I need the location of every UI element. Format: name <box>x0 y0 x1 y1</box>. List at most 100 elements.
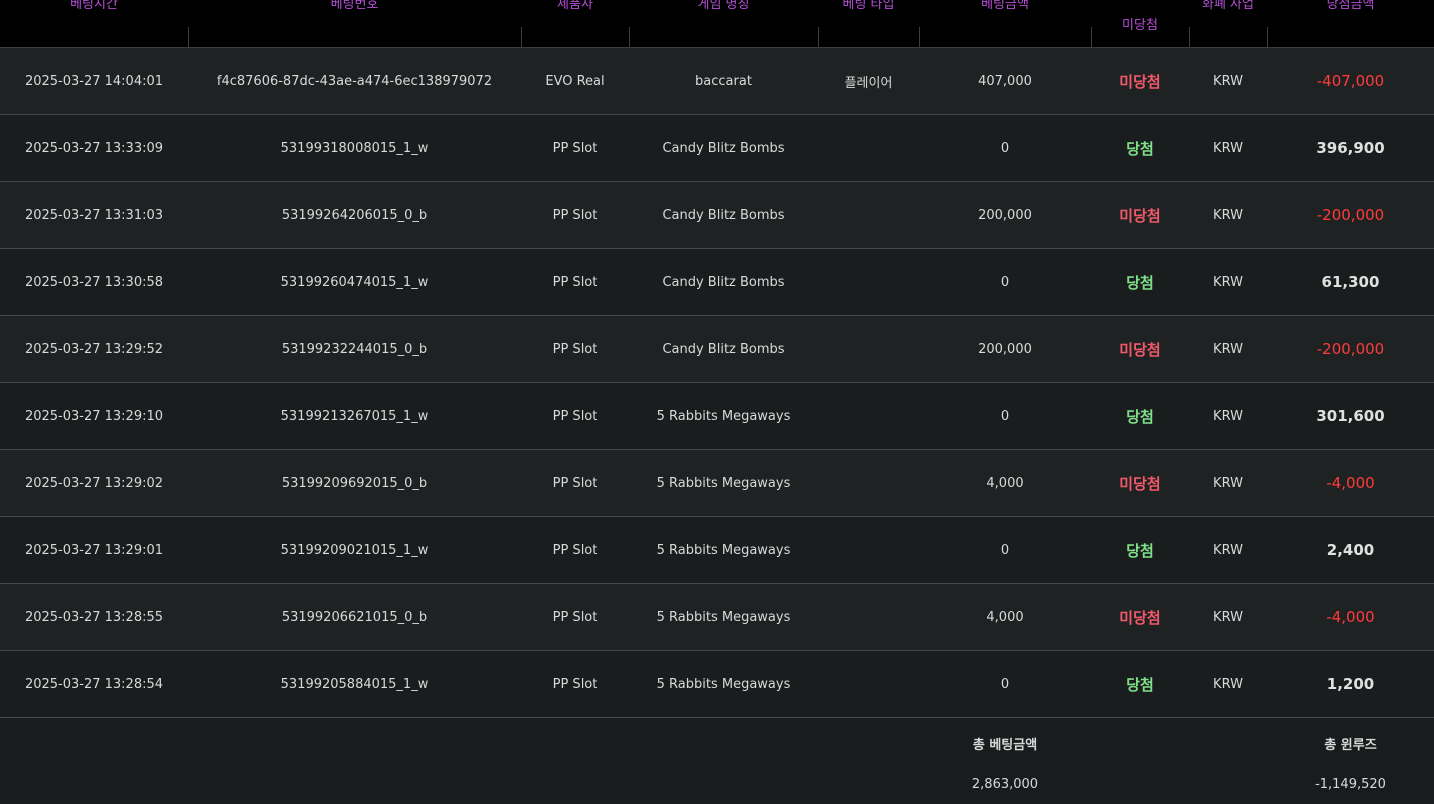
table-row[interactable]: 2025-03-27 13:29:52 53199232244015_0_b PP … <box>0 315 1434 383</box>
cell-bet-time: 2025-03-27 13:29:10 <box>0 382 188 450</box>
cell-currency: KRW <box>1189 315 1267 383</box>
cell-game-name: baccarat <box>629 47 818 115</box>
cell-win-amount: 2,400 <box>1267 516 1434 584</box>
cell-win-amount: -407,000 <box>1267 47 1434 115</box>
total-bet-block: 총 베팅금액 2,863,000 <box>919 736 1091 795</box>
col-header-provider[interactable]: 제품사 <box>521 0 629 48</box>
cell-game-name: 5 Rabbits Megaways <box>629 382 818 450</box>
cell-bet-type: 플레이어 <box>818 47 919 115</box>
cell-bet-id: 53199260474015_1_w <box>188 248 521 316</box>
cell-game-name: 5 Rabbits Megaways <box>629 516 818 584</box>
cell-provider: PP Slot <box>521 583 629 651</box>
cell-currency: KRW <box>1189 47 1267 115</box>
total-winloss-label: 총 윈루즈 <box>1324 738 1377 753</box>
cell-result: 당첨 <box>1091 382 1189 450</box>
col-header-label: 당첨금액 <box>1326 0 1375 12</box>
cell-result: 미당첨 <box>1091 315 1189 383</box>
cell-provider: PP Slot <box>521 516 629 584</box>
cell-bet-type <box>818 248 919 316</box>
cell-provider: PP Slot <box>521 650 629 718</box>
table-row[interactable]: 2025-03-27 13:29:10 53199213267015_1_w PP … <box>0 382 1434 450</box>
cell-bet-type <box>818 114 919 182</box>
totals-summary: 총 베팅금액 2,863,000 총 윈루즈 -1,149,520 <box>0 718 1434 804</box>
cell-bet-amount: 200,000 <box>919 181 1091 249</box>
cell-win-amount: 1,200 <box>1267 650 1434 718</box>
col-header-label: 제품사 <box>557 0 593 12</box>
cell-currency: KRW <box>1189 650 1267 718</box>
cell-bet-id: 53199209021015_1_w <box>188 516 521 584</box>
cell-bet-amount: 0 <box>919 248 1091 316</box>
col-header-result[interactable]: 미당첨 <box>1091 0 1189 48</box>
cell-bet-id: 53199232244015_0_b <box>188 315 521 383</box>
cell-result: 미당첨 <box>1091 583 1189 651</box>
table-row[interactable]: 2025-03-27 13:33:09 53199318008015_1_w PP … <box>0 114 1434 182</box>
cell-currency: KRW <box>1189 181 1267 249</box>
cell-bet-id: 53199213267015_1_w <box>188 382 521 450</box>
cell-provider: PP Slot <box>521 181 629 249</box>
col-header-label: 화폐 사업 <box>1202 0 1254 12</box>
cell-result: 당첨 <box>1091 114 1189 182</box>
col-header-label: 베팅 타입 <box>842 0 895 12</box>
cell-provider: PP Slot <box>521 248 629 316</box>
cell-bet-amount: 0 <box>919 114 1091 182</box>
cell-bet-amount: 4,000 <box>919 583 1091 651</box>
cell-bet-time: 2025-03-27 13:29:52 <box>0 315 188 383</box>
cell-result: 당첨 <box>1091 248 1189 316</box>
col-header-label: 베팅금액 <box>981 0 1029 12</box>
cell-bet-time: 2025-03-27 13:29:02 <box>0 449 188 517</box>
col-header-bet-type[interactable]: 베팅 타입 <box>818 0 919 48</box>
table-row[interactable]: 2025-03-27 13:28:55 53199206621015_0_b PP … <box>0 583 1434 651</box>
cell-game-name: 5 Rabbits Megaways <box>629 650 818 718</box>
col-header-win-amount[interactable]: 당첨금액 <box>1267 0 1434 48</box>
cell-game-name: Candy Blitz Bombs <box>629 315 818 383</box>
cell-win-amount: 61,300 <box>1267 248 1434 316</box>
cell-bet-type <box>818 516 919 584</box>
total-bet-value: 2,863,000 <box>971 777 1039 792</box>
cell-bet-amount: 407,000 <box>919 47 1091 115</box>
cell-win-amount: -200,000 <box>1267 181 1434 249</box>
cell-bet-time: 2025-03-27 14:04:01 <box>0 47 188 115</box>
table-row[interactable]: 2025-03-27 13:31:03 53199264206015_0_b PP … <box>0 181 1434 249</box>
cell-bet-amount: 0 <box>919 516 1091 584</box>
table-row[interactable]: 2025-03-27 13:29:02 53199209692015_0_b PP … <box>0 449 1434 517</box>
cell-bet-id: 53199205884015_1_w <box>188 650 521 718</box>
cell-currency: KRW <box>1189 516 1267 584</box>
table-row[interactable]: 2025-03-27 13:29:01 53199209021015_1_w PP … <box>0 516 1434 584</box>
total-winloss-block: 총 윈루즈 -1,149,520 <box>1267 736 1434 795</box>
cell-bet-time: 2025-03-27 13:33:09 <box>0 114 188 182</box>
cell-win-amount: 301,600 <box>1267 382 1434 450</box>
cell-result: 당첨 <box>1091 650 1189 718</box>
cell-bet-amount: 4,000 <box>919 449 1091 517</box>
cell-bet-id: 53199264206015_0_b <box>188 181 521 249</box>
cell-provider: PP Slot <box>521 315 629 383</box>
total-bet-label: 총 베팅금액 <box>972 738 1038 753</box>
bet-history-page: 베팅시간 베팅번호 제품사 게임 명칭 베팅 타입 베팅금액 미당첨 화폐 사업… <box>0 0 1434 804</box>
cell-provider: EVO Real <box>521 47 629 115</box>
cell-currency: KRW <box>1189 583 1267 651</box>
cell-bet-type <box>818 382 919 450</box>
cell-bet-id: 53199318008015_1_w <box>188 114 521 182</box>
cell-bet-type <box>818 315 919 383</box>
col-header-bet-amount[interactable]: 베팅금액 <box>919 0 1091 48</box>
cell-win-amount: 396,900 <box>1267 114 1434 182</box>
col-header-game-name[interactable]: 게임 명칭 <box>629 0 818 48</box>
cell-bet-id: 53199206621015_0_b <box>188 583 521 651</box>
cell-result: 미당첨 <box>1091 181 1189 249</box>
col-header-label: 게임 명칭 <box>697 0 750 12</box>
table-row[interactable]: 2025-03-27 14:04:01 f4c87606-87dc-43ae-a4… <box>0 47 1434 115</box>
col-header-label: 베팅번호 <box>330 0 379 12</box>
col-header-label: 미당첨 <box>1122 18 1158 33</box>
col-header-bet-time[interactable]: 베팅시간 <box>0 0 188 48</box>
cell-provider: PP Slot <box>521 114 629 182</box>
cell-win-amount: -4,000 <box>1267 583 1434 651</box>
col-header-currency[interactable]: 화폐 사업 <box>1189 0 1267 48</box>
table-row[interactable]: 2025-03-27 13:28:54 53199205884015_1_w PP … <box>0 650 1434 718</box>
cell-bet-type <box>818 449 919 517</box>
cell-bet-type <box>818 181 919 249</box>
bet-history-table: 베팅시간 베팅번호 제품사 게임 명칭 베팅 타입 베팅금액 미당첨 화폐 사업… <box>0 0 1434 718</box>
cell-bet-id: 53199209692015_0_b <box>188 449 521 517</box>
cell-currency: KRW <box>1189 449 1267 517</box>
cell-currency: KRW <box>1189 248 1267 316</box>
table-row[interactable]: 2025-03-27 13:30:58 53199260474015_1_w PP … <box>0 248 1434 316</box>
col-header-bet-id[interactable]: 베팅번호 <box>188 0 521 48</box>
